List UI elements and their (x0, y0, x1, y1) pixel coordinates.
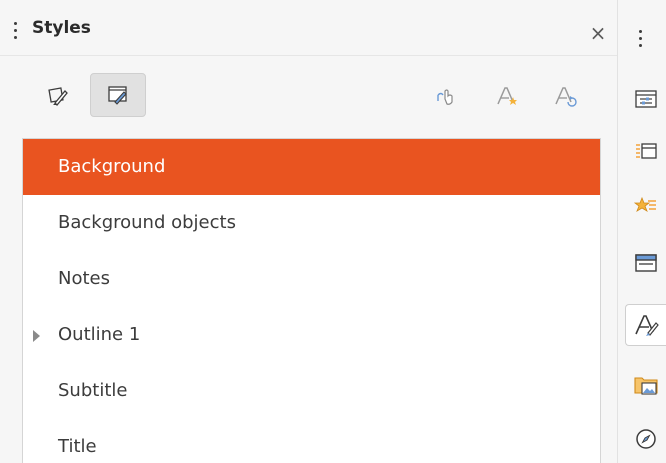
navigator-icon (636, 429, 656, 449)
panel-grip-icon[interactable] (14, 22, 18, 40)
slide-transition-icon (636, 143, 657, 159)
properties-icon (635, 90, 657, 108)
presentation-styles-icon (108, 86, 127, 105)
sidebar-tab-slide-transition[interactable] (625, 130, 666, 172)
master-slides-icon (635, 254, 657, 272)
drawing-styles-icon (48, 87, 68, 106)
styles-deck: Styles × Background Background objects N… (0, 0, 617, 463)
sidebar-tab-navigator[interactable] (625, 418, 666, 460)
list-item-label: Background objects (58, 212, 236, 233)
sidebar-grip-icon[interactable] (639, 30, 643, 48)
sidebar-tabbar (617, 0, 666, 463)
sidebar-tab-properties[interactable] (625, 78, 666, 120)
list-item-subtitle[interactable]: Subtitle (23, 363, 600, 419)
new-style-from-selection-button[interactable] (490, 78, 526, 114)
sidebar-tab-animation[interactable] (625, 186, 666, 228)
gallery-icon (634, 377, 658, 395)
fill-format-mode-icon (437, 89, 453, 105)
list-item-outline-1[interactable]: Outline 1 (23, 307, 600, 363)
sidebar-tab-master-slides[interactable] (625, 242, 666, 284)
header-divider (0, 55, 617, 56)
list-item-title[interactable]: Title (23, 419, 600, 463)
sidebar-tab-styles[interactable] (625, 304, 666, 346)
list-item-background-objects[interactable]: Background objects (23, 195, 600, 251)
styles-list[interactable]: Background Background objects Notes Outl… (22, 138, 601, 463)
list-item-background[interactable]: Background (23, 139, 600, 195)
update-style-icon (555, 87, 577, 107)
expand-arrow-icon[interactable] (33, 330, 40, 342)
list-item-label: Outline 1 (58, 324, 141, 345)
close-icon[interactable]: × (587, 22, 609, 44)
list-item-label: Subtitle (58, 380, 128, 401)
presentation-styles-button[interactable] (90, 73, 146, 117)
list-item-label: Notes (58, 268, 110, 289)
drawing-styles-button[interactable] (40, 78, 76, 114)
animation-icon (634, 196, 656, 212)
new-style-from-selection-icon (497, 87, 517, 105)
list-item-label: Title (58, 436, 97, 457)
fill-format-mode-button[interactable] (428, 78, 464, 114)
list-item-label: Background (58, 156, 166, 177)
sidebar-tab-gallery[interactable] (625, 364, 666, 406)
list-item-notes[interactable]: Notes (23, 251, 600, 307)
styles-icon (634, 315, 659, 336)
update-style-button[interactable] (548, 78, 584, 114)
panel-title: Styles (32, 18, 91, 38)
